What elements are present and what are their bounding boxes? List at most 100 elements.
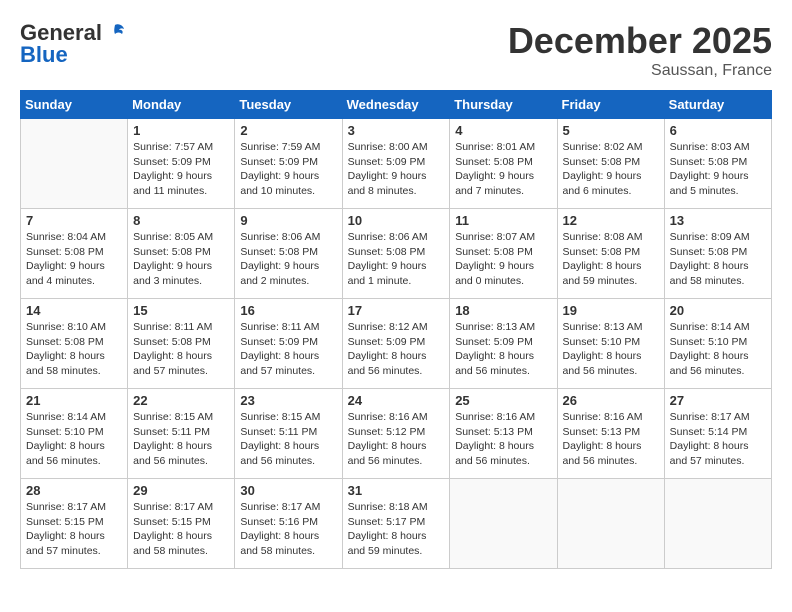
day-info: Sunrise: 8:14 AM Sunset: 5:10 PM Dayligh… <box>26 410 122 469</box>
day-number: 20 <box>670 303 766 318</box>
day-info: Sunrise: 8:16 AM Sunset: 5:13 PM Dayligh… <box>455 410 551 469</box>
day-info: Sunrise: 8:11 AM Sunset: 5:08 PM Dayligh… <box>133 320 229 379</box>
day-info: Sunrise: 8:08 AM Sunset: 5:08 PM Dayligh… <box>563 230 659 289</box>
week-row-2: 7 Sunrise: 8:04 AM Sunset: 5:08 PM Daylig… <box>21 209 772 299</box>
day-number: 9 <box>240 213 336 228</box>
day-info: Sunrise: 8:06 AM Sunset: 5:08 PM Dayligh… <box>240 230 336 289</box>
day-number: 29 <box>133 483 229 498</box>
day-number: 28 <box>26 483 122 498</box>
day-info: Sunrise: 8:03 AM Sunset: 5:08 PM Dayligh… <box>670 140 766 199</box>
location-subtitle: Saussan, France <box>508 62 772 80</box>
calendar-cell: 9 Sunrise: 8:06 AM Sunset: 5:08 PM Daylig… <box>235 209 342 299</box>
day-number: 26 <box>563 393 659 408</box>
weekday-header-friday: Friday <box>557 91 664 119</box>
day-info: Sunrise: 8:14 AM Sunset: 5:10 PM Dayligh… <box>670 320 766 379</box>
calendar-cell: 28 Sunrise: 8:17 AM Sunset: 5:15 PM Dayli… <box>21 479 128 569</box>
calendar-cell: 25Sunrise: 8:16 AM Sunset: 5:13 PM Dayli… <box>450 389 557 479</box>
day-number: 6 <box>670 123 766 138</box>
weekday-header-thursday: Thursday <box>450 91 557 119</box>
calendar-cell: 4Sunrise: 8:01 AM Sunset: 5:08 PM Daylig… <box>450 119 557 209</box>
day-number: 11 <box>455 213 551 228</box>
day-info: Sunrise: 8:17 AM Sunset: 5:15 PM Dayligh… <box>26 500 122 559</box>
title-area: December 2025 Saussan, France <box>508 20 772 80</box>
logo-bird-icon <box>104 21 126 43</box>
calendar-cell: 13Sunrise: 8:09 AM Sunset: 5:08 PM Dayli… <box>664 209 771 299</box>
day-number: 10 <box>348 213 445 228</box>
calendar-cell: 3 Sunrise: 8:00 AM Sunset: 5:09 PM Daylig… <box>342 119 450 209</box>
calendar-cell <box>664 479 771 569</box>
day-info: Sunrise: 8:15 AM Sunset: 5:11 PM Dayligh… <box>133 410 229 469</box>
calendar-cell <box>21 119 128 209</box>
day-info: Sunrise: 8:05 AM Sunset: 5:08 PM Dayligh… <box>133 230 229 289</box>
weekday-header-monday: Monday <box>128 91 235 119</box>
day-info: Sunrise: 8:17 AM Sunset: 5:14 PM Dayligh… <box>670 410 766 469</box>
calendar-cell <box>557 479 664 569</box>
calendar-cell: 20 Sunrise: 8:14 AM Sunset: 5:10 PM Dayli… <box>664 299 771 389</box>
calendar-cell: 15 Sunrise: 8:11 AM Sunset: 5:08 PM Dayli… <box>128 299 235 389</box>
day-info: Sunrise: 8:16 AM Sunset: 5:13 PM Dayligh… <box>563 410 659 469</box>
week-row-3: 14Sunrise: 8:10 AM Sunset: 5:08 PM Dayli… <box>21 299 772 389</box>
day-number: 19 <box>563 303 659 318</box>
calendar-cell: 7 Sunrise: 8:04 AM Sunset: 5:08 PM Daylig… <box>21 209 128 299</box>
logo: General Blue <box>20 20 126 68</box>
week-row-5: 28 Sunrise: 8:17 AM Sunset: 5:15 PM Dayli… <box>21 479 772 569</box>
day-info: Sunrise: 8:07 AM Sunset: 5:08 PM Dayligh… <box>455 230 551 289</box>
calendar-cell: 19Sunrise: 8:13 AM Sunset: 5:10 PM Dayli… <box>557 299 664 389</box>
day-info: Sunrise: 8:18 AM Sunset: 5:17 PM Dayligh… <box>348 500 445 559</box>
day-number: 21 <box>26 393 122 408</box>
calendar-cell: 31 Sunrise: 8:18 AM Sunset: 5:17 PM Dayli… <box>342 479 450 569</box>
calendar-cell <box>450 479 557 569</box>
day-info: Sunrise: 8:04 AM Sunset: 5:08 PM Dayligh… <box>26 230 122 289</box>
day-number: 1 <box>133 123 229 138</box>
calendar-cell: 21 Sunrise: 8:14 AM Sunset: 5:10 PM Dayli… <box>21 389 128 479</box>
day-info: Sunrise: 7:59 AM Sunset: 5:09 PM Dayligh… <box>240 140 336 199</box>
calendar-cell: 10 Sunrise: 8:06 AM Sunset: 5:08 PM Dayli… <box>342 209 450 299</box>
week-row-1: 1 Sunrise: 7:57 AM Sunset: 5:09 PM Daylig… <box>21 119 772 209</box>
day-number: 2 <box>240 123 336 138</box>
calendar-cell: 5 Sunrise: 8:02 AM Sunset: 5:08 PM Daylig… <box>557 119 664 209</box>
day-number: 4 <box>455 123 551 138</box>
weekday-header-saturday: Saturday <box>664 91 771 119</box>
calendar-cell: 24 Sunrise: 8:16 AM Sunset: 5:12 PM Dayli… <box>342 389 450 479</box>
calendar-cell: 6 Sunrise: 8:03 AM Sunset: 5:08 PM Daylig… <box>664 119 771 209</box>
calendar-cell: 18 Sunrise: 8:13 AM Sunset: 5:09 PM Dayli… <box>450 299 557 389</box>
calendar-cell: 11 Sunrise: 8:07 AM Sunset: 5:08 PM Dayli… <box>450 209 557 299</box>
day-info: Sunrise: 8:09 AM Sunset: 5:08 PM Dayligh… <box>670 230 766 289</box>
weekday-header-wednesday: Wednesday <box>342 91 450 119</box>
calendar-cell: 26 Sunrise: 8:16 AM Sunset: 5:13 PM Dayli… <box>557 389 664 479</box>
day-number: 5 <box>563 123 659 138</box>
day-info: Sunrise: 8:12 AM Sunset: 5:09 PM Dayligh… <box>348 320 445 379</box>
day-number: 24 <box>348 393 445 408</box>
day-info: Sunrise: 8:11 AM Sunset: 5:09 PM Dayligh… <box>240 320 336 379</box>
day-info: Sunrise: 8:02 AM Sunset: 5:08 PM Dayligh… <box>563 140 659 199</box>
day-info: Sunrise: 8:13 AM Sunset: 5:09 PM Dayligh… <box>455 320 551 379</box>
day-number: 14 <box>26 303 122 318</box>
day-number: 12 <box>563 213 659 228</box>
calendar-cell: 14Sunrise: 8:10 AM Sunset: 5:08 PM Dayli… <box>21 299 128 389</box>
day-number: 23 <box>240 393 336 408</box>
day-number: 7 <box>26 213 122 228</box>
day-number: 3 <box>348 123 445 138</box>
calendar-cell: 2 Sunrise: 7:59 AM Sunset: 5:09 PM Daylig… <box>235 119 342 209</box>
day-number: 18 <box>455 303 551 318</box>
calendar-table: SundayMondayTuesdayWednesdayThursdayFrid… <box>20 90 772 569</box>
day-info: Sunrise: 8:16 AM Sunset: 5:12 PM Dayligh… <box>348 410 445 469</box>
day-info: Sunrise: 8:06 AM Sunset: 5:08 PM Dayligh… <box>348 230 445 289</box>
day-number: 22 <box>133 393 229 408</box>
day-info: Sunrise: 7:57 AM Sunset: 5:09 PM Dayligh… <box>133 140 229 199</box>
weekday-header-sunday: Sunday <box>21 91 128 119</box>
weekday-header-row: SundayMondayTuesdayWednesdayThursdayFrid… <box>21 91 772 119</box>
month-year-title: December 2025 <box>508 20 772 62</box>
day-number: 31 <box>348 483 445 498</box>
day-number: 15 <box>133 303 229 318</box>
calendar-cell: 30Sunrise: 8:17 AM Sunset: 5:16 PM Dayli… <box>235 479 342 569</box>
day-number: 8 <box>133 213 229 228</box>
calendar-cell: 23Sunrise: 8:15 AM Sunset: 5:11 PM Dayli… <box>235 389 342 479</box>
calendar-cell: 12 Sunrise: 8:08 AM Sunset: 5:08 PM Dayli… <box>557 209 664 299</box>
calendar-cell: 8 Sunrise: 8:05 AM Sunset: 5:08 PM Daylig… <box>128 209 235 299</box>
logo-blue: Blue <box>20 42 68 68</box>
calendar-cell: 1 Sunrise: 7:57 AM Sunset: 5:09 PM Daylig… <box>128 119 235 209</box>
calendar-cell: 27 Sunrise: 8:17 AM Sunset: 5:14 PM Dayli… <box>664 389 771 479</box>
day-number: 27 <box>670 393 766 408</box>
day-info: Sunrise: 8:00 AM Sunset: 5:09 PM Dayligh… <box>348 140 445 199</box>
